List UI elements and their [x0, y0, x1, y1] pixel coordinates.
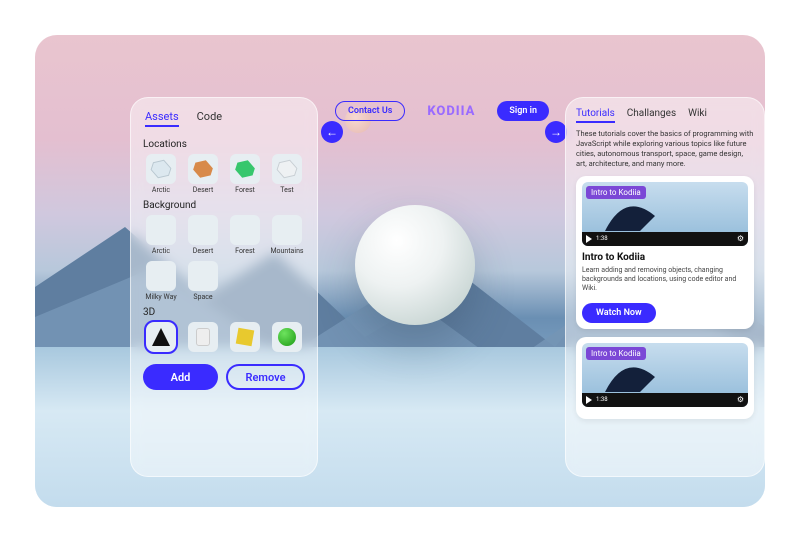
thumbnail-art	[600, 357, 660, 397]
video-controls[interactable]: 1:38 ⚙	[582, 232, 748, 246]
settings-icon[interactable]: ⚙	[737, 395, 744, 404]
tutorial-thumbnail[interactable]: Intro to Kodiia 1:38 ⚙	[582, 343, 748, 407]
scene-sphere[interactable]	[355, 205, 475, 325]
tile-caption: Forest	[235, 186, 255, 194]
tab-code[interactable]: Code	[197, 110, 222, 127]
tutorials-panel: Tutorials Challanges Wiki These tutorial…	[565, 97, 765, 477]
card-title: Intro to Kodiia	[582, 252, 748, 263]
tile-caption: Arctic	[152, 186, 170, 194]
tab-assets[interactable]: Assets	[145, 110, 179, 127]
section-3d: 3D	[143, 307, 305, 318]
settings-icon[interactable]: ⚙	[737, 234, 744, 243]
add-button[interactable]: Add	[143, 364, 218, 390]
cone-icon	[152, 328, 170, 346]
tutorial-card: Intro to Kodiia 1:38 ⚙	[576, 337, 754, 419]
shape-cube[interactable]	[227, 322, 263, 352]
tab-challenges[interactable]: Challanges	[627, 108, 676, 123]
tutorials-intro: These tutorials cover the basics of prog…	[576, 129, 754, 170]
remove-button[interactable]: Remove	[226, 364, 305, 390]
play-icon	[586, 396, 592, 404]
app-stage: Contact Us KODIIA Sign in ← → Assets Cod…	[35, 35, 765, 507]
top-bar: Contact Us KODIIA Sign in	[335, 99, 549, 123]
location-test[interactable]: Test	[269, 154, 305, 194]
cylinder-icon	[196, 328, 210, 346]
cube-icon	[236, 328, 255, 347]
tile-caption: Forest	[235, 247, 255, 255]
tutorial-card: Intro to Kodiia 1:38 ⚙ Intro to Kodiia L…	[576, 176, 754, 329]
left-tabs: Assets Code	[143, 108, 305, 133]
thumbnail-art	[600, 196, 660, 236]
card-body: Learn adding and removing objects, chang…	[582, 266, 748, 294]
tile-caption: Milky Way	[145, 293, 176, 301]
section-locations: Locations	[143, 139, 305, 150]
nav-left-button[interactable]: ←	[321, 121, 343, 143]
tile-caption: Space	[193, 293, 212, 301]
shape-cylinder[interactable]	[185, 322, 221, 352]
tile-caption: Mountains	[270, 247, 303, 255]
contact-us-button[interactable]: Contact Us	[335, 101, 405, 121]
tab-tutorials[interactable]: Tutorials	[576, 108, 615, 123]
background-desert[interactable]: Desert	[185, 215, 221, 255]
sign-in-button[interactable]: Sign in	[497, 101, 549, 121]
video-controls[interactable]: 1:38 ⚙	[582, 393, 748, 407]
background-space[interactable]: Space	[185, 261, 221, 301]
watch-now-button[interactable]: Watch Now	[582, 303, 656, 323]
section-background: Background	[143, 200, 305, 211]
nav-right-button[interactable]: →	[545, 121, 567, 143]
video-time: 1:38	[596, 235, 608, 242]
backgrounds-grid: Arctic Desert Forest Mountains Milky Way…	[143, 215, 305, 301]
sphere-icon	[278, 328, 296, 346]
location-desert[interactable]: Desert	[185, 154, 221, 194]
assets-panel: Assets Code Locations Arctic Desert Fore…	[130, 97, 318, 477]
tab-wiki[interactable]: Wiki	[688, 108, 707, 123]
tile-caption: Desert	[193, 247, 213, 255]
shapes-grid	[143, 322, 305, 352]
tile-caption: Test	[280, 186, 293, 194]
tutorial-thumbnail[interactable]: Intro to Kodiia 1:38 ⚙	[582, 182, 748, 246]
right-tabs: Tutorials Challanges Wiki	[576, 106, 754, 129]
brand-logo: KODIIA	[427, 104, 475, 119]
background-arctic[interactable]: Arctic	[143, 215, 179, 255]
locations-grid: Arctic Desert Forest Test	[143, 154, 305, 194]
video-time: 1:38	[596, 396, 608, 403]
background-milky-way[interactable]: Milky Way	[143, 261, 179, 301]
background-mountains[interactable]: Mountains	[269, 215, 305, 255]
shape-sphere[interactable]	[269, 322, 305, 352]
tile-caption: Arctic	[152, 247, 170, 255]
action-buttons: Add Remove	[143, 364, 305, 390]
location-arctic[interactable]: Arctic	[143, 154, 179, 194]
location-forest[interactable]: Forest	[227, 154, 263, 194]
background-forest[interactable]: Forest	[227, 215, 263, 255]
play-icon	[586, 235, 592, 243]
shape-cone[interactable]	[143, 322, 179, 352]
tile-caption: Desert	[193, 186, 213, 194]
